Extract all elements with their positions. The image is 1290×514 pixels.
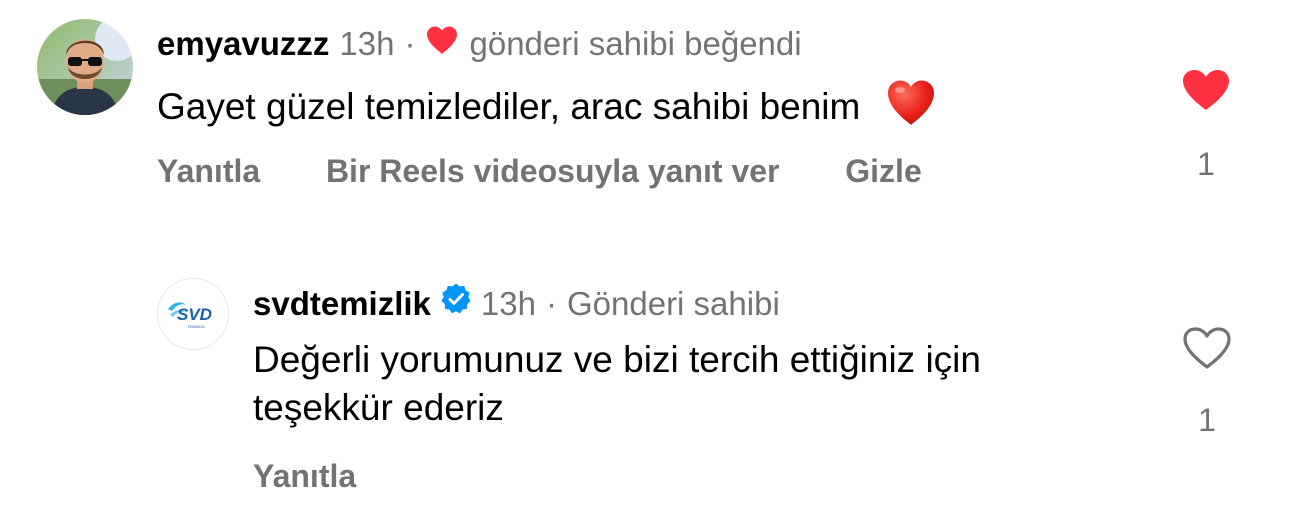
verified-badge-icon bbox=[439, 282, 473, 325]
comment-text: Gayet güzel temizlediler, arac sahibi be… bbox=[157, 78, 937, 140]
timestamp[interactable]: 13h bbox=[339, 24, 394, 64]
reels-reply-button[interactable]: Bir Reels videosuyla yanıt ver bbox=[326, 153, 780, 189]
separator-dot: · bbox=[545, 284, 557, 322]
comment-meta: svdtemizlik 13h · Gönderi sahibi bbox=[253, 282, 780, 325]
comment-meta: emyavuzzz 13h · gönderi sahibi beğendi bbox=[157, 24, 802, 64]
avatar[interactable] bbox=[37, 19, 133, 115]
comment-body: Gayet güzel temizlediler, arac sahibi be… bbox=[157, 85, 861, 127]
reply-comment-item: SVD TEMİZLİK svdtemizlik 13h · Gönderi s… bbox=[0, 260, 1290, 514]
comment-item: emyavuzzz 13h · gönderi sahibi beğendi G… bbox=[0, 0, 1290, 220]
avatar[interactable]: SVD TEMİZLİK bbox=[157, 278, 229, 350]
reply-button[interactable]: Yanıtla bbox=[157, 153, 260, 189]
post-owner-label: Gönderi sahibi bbox=[566, 284, 780, 322]
separator-dot: · bbox=[404, 25, 416, 62]
comment-body-line-2: teşekkür ederiz bbox=[253, 387, 504, 428]
heart-icon bbox=[425, 24, 459, 64]
like-button[interactable] bbox=[1181, 68, 1231, 117]
like-count: 1 bbox=[1197, 146, 1215, 182]
red-heart-emoji-icon bbox=[885, 78, 937, 140]
heart-filled-icon bbox=[1183, 70, 1229, 110]
svd-temizlik-logo-icon: SVD TEMİZLİK bbox=[158, 279, 228, 349]
hide-button[interactable]: Gizle bbox=[845, 153, 921, 189]
like-count: 1 bbox=[1198, 402, 1216, 438]
logo-subtext: TEMİZLİK bbox=[187, 324, 205, 329]
comment-text: Değerli yorumunuz ve bizi tercih ettiğin… bbox=[253, 336, 981, 432]
timestamp[interactable]: 13h bbox=[481, 284, 536, 324]
person-with-sunglasses-avatar-icon bbox=[37, 19, 133, 115]
like-button[interactable] bbox=[1182, 326, 1232, 375]
comment-actions: Yanıtla bbox=[253, 456, 356, 496]
reply-button[interactable]: Yanıtla bbox=[253, 458, 356, 494]
liked-by-author-label: gönderi sahibi beğendi bbox=[469, 25, 802, 62]
comment-actions: Yanıtla Bir Reels videosuyla yanıt ver G… bbox=[157, 151, 922, 191]
comment-body-line-1: Değerli yorumunuz ve bizi tercih ettiğin… bbox=[253, 339, 981, 380]
username[interactable]: emyavuzzz bbox=[157, 24, 329, 64]
logo-svd-text: SVD bbox=[177, 305, 212, 324]
username[interactable]: svdtemizlik bbox=[253, 284, 431, 324]
heart-outline-icon bbox=[1183, 327, 1231, 369]
